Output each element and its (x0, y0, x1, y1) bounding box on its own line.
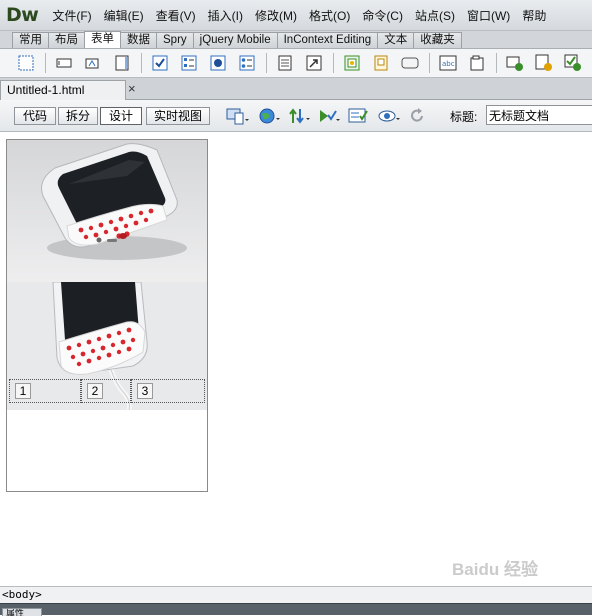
document-toolbar: 代码 拆分 设计 实时视图 标题: (0, 100, 592, 132)
menu-bar: Dw 文件(F) 编辑(E) 查看(V) 插入(I) 修改(M) 格式(O) 命… (0, 0, 592, 30)
menu-edit[interactable]: 编辑(E) (98, 7, 150, 24)
properties-panel-bar: 属性 (0, 603, 592, 616)
multiscreen-icon[interactable] (226, 107, 249, 125)
hidden-field-icon[interactable] (83, 53, 103, 73)
code-view-button[interactable]: 代码 (14, 107, 56, 125)
w3c-validation-icon[interactable] (318, 107, 340, 125)
tab-spry[interactable]: Spry (156, 32, 194, 48)
table-cell[interactable]: 2 (81, 379, 131, 403)
document-tab[interactable]: Untitled-1.html (0, 80, 126, 100)
layout-table[interactable]: 1 2 3 (6, 139, 208, 492)
menu-view[interactable]: 查看(V) (150, 7, 202, 24)
button-icon[interactable] (400, 53, 420, 73)
toolbar-separator (45, 53, 46, 73)
tab-incontext-editing[interactable]: InContext Editing (276, 32, 379, 48)
menu-insert[interactable]: 插入(I) (202, 7, 249, 24)
insert-panel-tabs: 常用 布局 表单 数据 Spry jQuery Mobile InContext… (0, 30, 592, 48)
table-cell[interactable]: 3 (131, 379, 205, 403)
spry-checkbox-icon[interactable] (563, 53, 583, 73)
label-icon[interactable]: abc (438, 53, 458, 73)
cell-number: 1 (15, 383, 31, 399)
cell-number: 2 (87, 383, 103, 399)
toolbar-separator (266, 53, 267, 73)
close-icon[interactable]: × (128, 82, 136, 96)
live-view-button[interactable]: 实时视图 (146, 107, 210, 125)
svg-text:abc: abc (442, 60, 455, 68)
check-browser-compatibility-icon[interactable] (348, 107, 370, 125)
menu-format[interactable]: 格式(O) (303, 7, 356, 24)
menu-file[interactable]: 文件(F) (46, 7, 97, 24)
split-view-button[interactable]: 拆分 (58, 107, 98, 125)
menu-site[interactable]: 站点(S) (409, 7, 461, 24)
spry-textarea-icon[interactable] (534, 53, 554, 73)
text-field-icon[interactable] (54, 53, 74, 73)
design-view[interactable]: 1 2 3 (0, 133, 592, 586)
cell-number: 3 (137, 383, 153, 399)
watermark: Baidu 经验 (452, 560, 538, 579)
toolbar-separator (141, 53, 142, 73)
spry-text-field-icon[interactable] (505, 53, 525, 73)
toolbar-separator (496, 53, 497, 73)
tab-forms[interactable]: 表单 (84, 31, 121, 48)
phone-photo-top[interactable] (7, 140, 207, 282)
checkbox-icon[interactable] (150, 53, 170, 73)
radio-group-icon[interactable] (237, 53, 257, 73)
file-management-icon[interactable] (288, 107, 310, 125)
textarea-icon[interactable] (112, 53, 132, 73)
toolbar-separator (333, 53, 334, 73)
checkbox-group-icon[interactable] (179, 53, 199, 73)
fieldset-icon[interactable] (467, 53, 487, 73)
radio-button-icon[interactable] (208, 53, 228, 73)
tab-text[interactable]: 文本 (377, 32, 415, 48)
insert-toolbar: abc *** (0, 48, 592, 78)
menu-help[interactable]: 帮助 (516, 7, 552, 24)
preview-browser-icon[interactable] (258, 107, 280, 125)
tag-selector[interactable]: <body> (0, 586, 592, 603)
table-row-cells: 1 2 3 (7, 377, 207, 405)
document-tab-bar: Untitled-1.html × (0, 78, 592, 100)
image-field-icon[interactable] (342, 53, 362, 73)
tab-jquery-mobile[interactable]: jQuery Mobile (192, 32, 278, 48)
jump-menu-icon[interactable] (304, 53, 324, 73)
title-label: 标题: (450, 110, 478, 124)
menu-commands[interactable]: 命令(C) (356, 7, 409, 24)
refresh-icon[interactable] (408, 107, 430, 125)
toolbar-separator (429, 53, 430, 73)
tab-common[interactable]: 常用 (12, 32, 49, 48)
table-cell[interactable]: 1 (9, 379, 81, 403)
tab-layout[interactable]: 布局 (48, 32, 85, 48)
form-icon[interactable] (16, 53, 36, 73)
design-view-button[interactable]: 设计 (100, 107, 142, 125)
tab-data[interactable]: 数据 (120, 32, 157, 48)
menu-window[interactable]: 窗口(W) (461, 7, 516, 24)
menu-modify[interactable]: 修改(M) (249, 7, 303, 24)
select-list-icon[interactable] (275, 53, 295, 73)
title-input[interactable] (486, 105, 592, 125)
file-field-icon[interactable] (371, 53, 391, 73)
app-logo: Dw (6, 4, 39, 26)
tab-favorites[interactable]: 收藏夹 (413, 32, 462, 48)
visual-aids-icon[interactable] (378, 107, 400, 125)
